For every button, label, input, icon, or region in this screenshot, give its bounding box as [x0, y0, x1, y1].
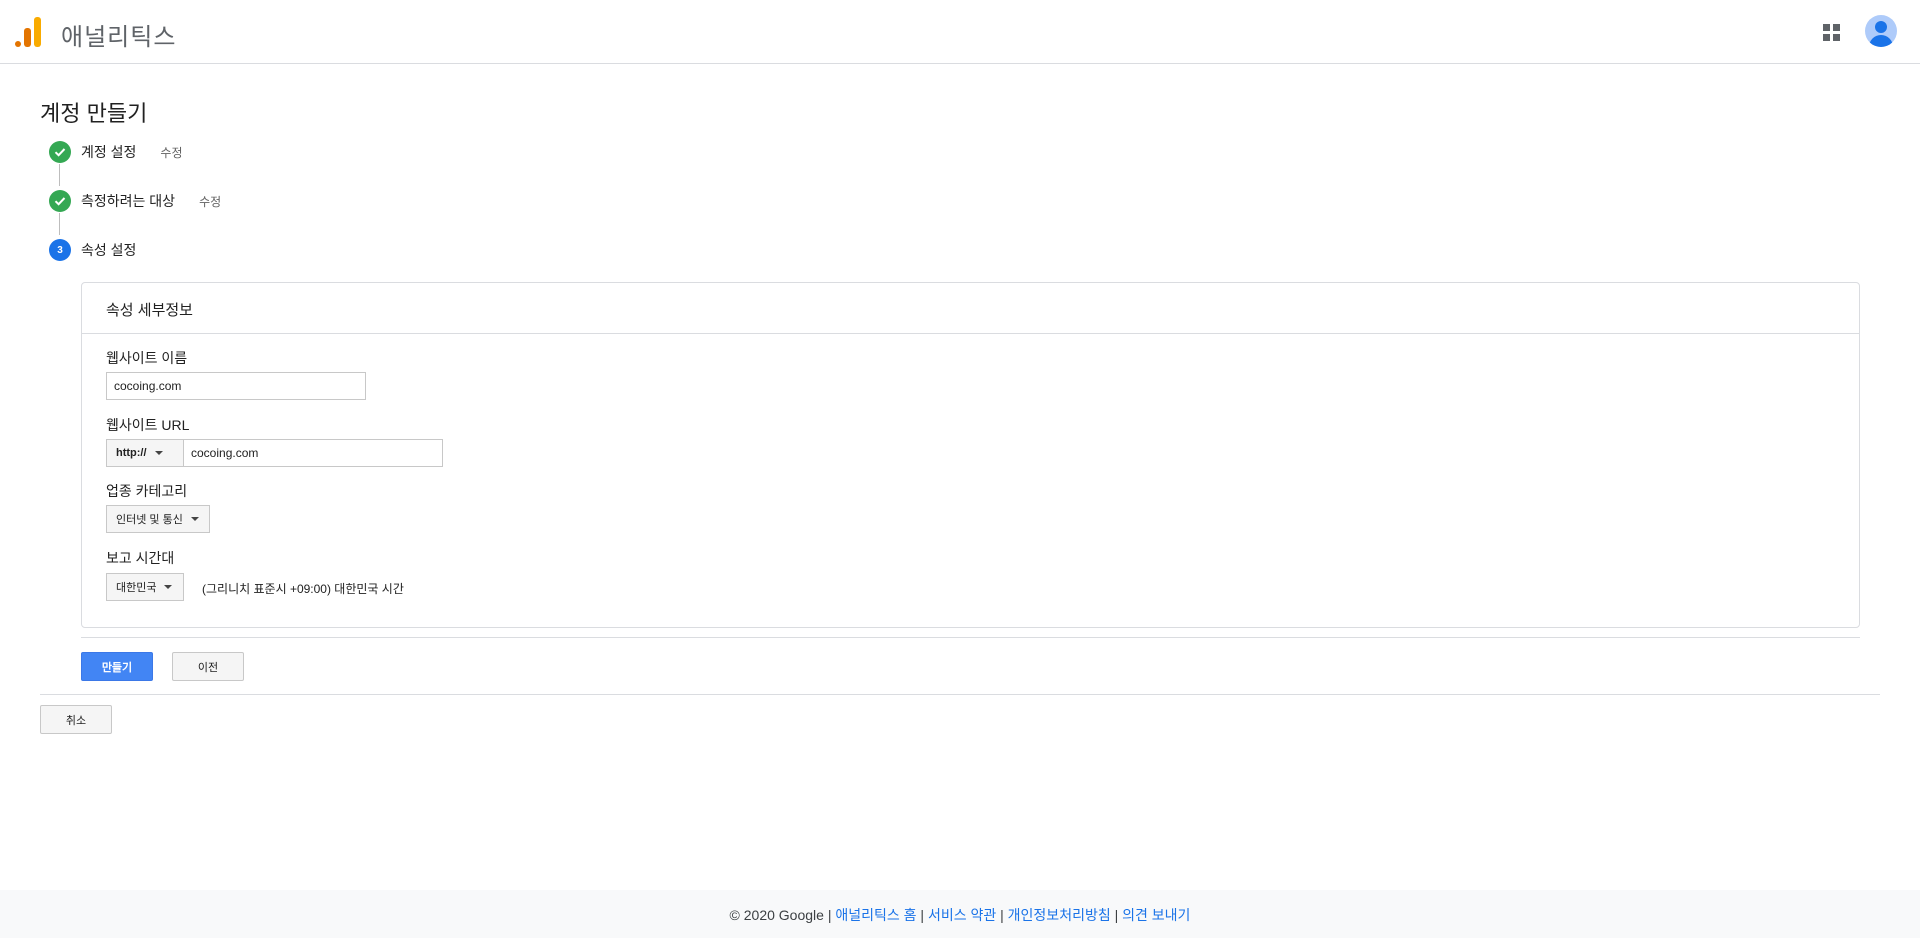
footer-separator: | — [1000, 907, 1004, 923]
previous-button[interactable]: 이전 — [172, 652, 244, 681]
step-label: 속성 설정 — [81, 242, 137, 258]
timezone-country-dropdown[interactable]: 대한민국 — [106, 573, 184, 601]
industry-value: 인터넷 및 통신 — [116, 514, 183, 526]
footer-link-feedback[interactable]: 의견 보내기 — [1122, 907, 1190, 923]
footer-link-terms[interactable]: 서비스 약관 — [928, 907, 996, 923]
footer-link-privacy[interactable]: 개인정보처리방침 — [1008, 907, 1111, 923]
website-url-input[interactable]: cocoing.com — [183, 439, 443, 467]
analytics-logo-icon[interactable] — [15, 15, 41, 47]
timezone-label: 보고 시간대 — [106, 550, 175, 566]
footer-separator: | — [1114, 907, 1119, 923]
stepper-connector — [59, 164, 60, 186]
footer-links: © 2020 Google | 애널리틱스 홈 | 서비스 약관 | 개인정보처… — [0, 905, 1920, 925]
check-icon — [49, 190, 71, 212]
website-url-label: 웹사이트 URL — [106, 417, 190, 433]
account-avatar-icon[interactable] — [1865, 15, 1897, 47]
section-divider — [40, 694, 1880, 695]
page-title: 계정 만들기 — [40, 101, 148, 126]
stepper-connector — [59, 213, 60, 235]
card-title: 속성 세부정보 — [106, 302, 193, 319]
footer-link-analytics-home[interactable]: 애널리틱스 홈 — [835, 907, 916, 923]
step-label: 계정 설정 — [81, 144, 137, 160]
industry-dropdown[interactable]: 인터넷 및 통신 — [106, 505, 210, 533]
footer: © 2020 Google | 애널리틱스 홈 | 서비스 약관 | 개인정보처… — [0, 890, 1920, 938]
apps-grid-icon[interactable] — [1823, 24, 1840, 41]
step-property-settings: 3 속성 설정 — [49, 238, 136, 262]
website-name-input[interactable]: cocoing.com — [106, 372, 366, 400]
section-divider — [81, 637, 1860, 638]
app-title[interactable]: 애널리틱스 — [61, 17, 176, 52]
step-number-badge: 3 — [49, 239, 71, 261]
step-account-settings: 계정 설정 수정 — [49, 140, 183, 164]
step-label: 측정하려는 대상 — [81, 193, 176, 209]
timezone-text: (그리니치 표준시 +09:00) 대한민국 시간 — [202, 582, 404, 596]
protocol-dropdown[interactable]: http:// — [106, 439, 184, 467]
step-edit-link[interactable]: 수정 — [199, 193, 221, 210]
chevron-down-icon — [154, 451, 163, 455]
chevron-down-icon — [190, 517, 199, 521]
website-name-label: 웹사이트 이름 — [106, 350, 188, 366]
top-app-bar: 애널리틱스 — [0, 0, 1920, 64]
industry-label: 업종 카테고리 — [106, 483, 188, 499]
create-button[interactable]: 만들기 — [81, 652, 153, 681]
footer-separator: | — [920, 907, 925, 923]
check-icon — [49, 141, 71, 163]
protocol-value: http:// — [116, 447, 147, 459]
chevron-down-icon — [164, 585, 173, 589]
timezone-country-value: 대한민국 — [116, 582, 157, 594]
property-details-card: 속성 세부정보 웹사이트 이름 cocoing.com 웹사이트 URL htt… — [81, 282, 1860, 628]
footer-separator: | — [827, 907, 832, 923]
step-measure-target: 측정하려는 대상 수정 — [49, 189, 221, 213]
card-header: 속성 세부정보 — [82, 283, 1859, 334]
cancel-button[interactable]: 취소 — [40, 705, 112, 734]
step-edit-link[interactable]: 수정 — [160, 144, 182, 161]
copyright-text: © 2020 Google — [729, 907, 824, 923]
